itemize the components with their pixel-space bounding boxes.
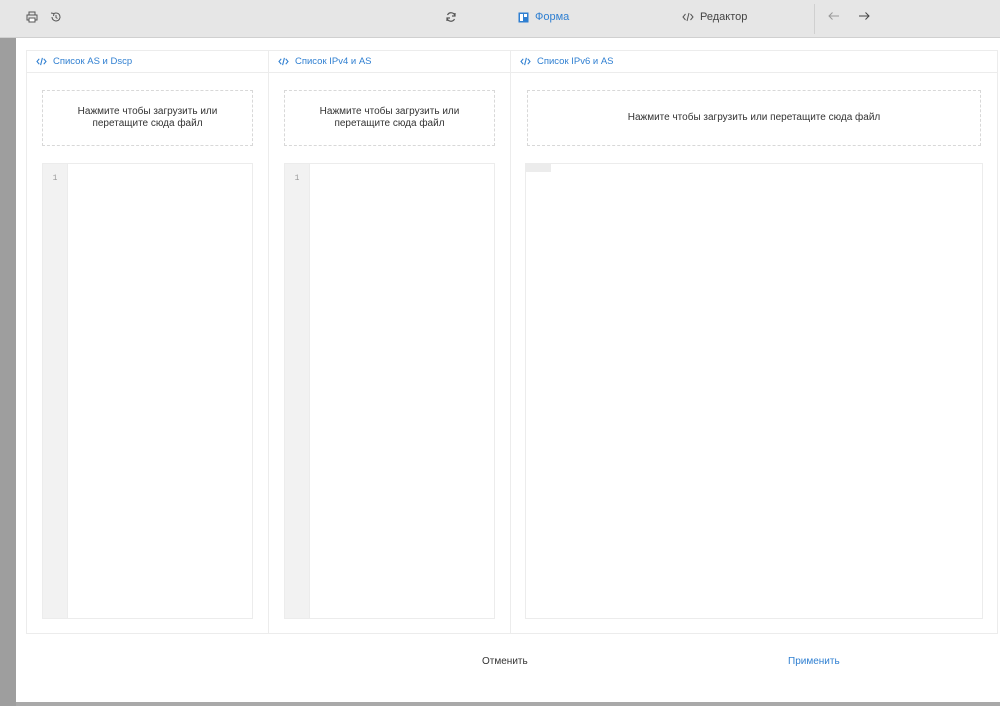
dropzone-text: Нажмите чтобы загрузить или перетащите с… [319, 105, 460, 130]
back-button[interactable] [828, 11, 840, 21]
code-icon [36, 57, 47, 66]
apply-button[interactable]: Применить [788, 656, 840, 667]
code-editor[interactable]: 1 [284, 163, 495, 619]
app-toolbar: Форма Редактор [0, 0, 1000, 38]
file-dropzone[interactable]: Нажмите чтобы загрузить или перетащите с… [284, 90, 495, 146]
line-number: 1 [52, 174, 58, 183]
cancel-button[interactable]: Отменить [482, 656, 528, 667]
dropzone-text: Нажмите чтобы загрузить или перетащите с… [627, 111, 881, 123]
panel-header: Список AS и Dscp [27, 51, 268, 73]
file-dropzone[interactable]: Нажмите чтобы загрузить или перетащите с… [527, 90, 981, 146]
arrow-right-icon [859, 12, 870, 20]
refresh-button[interactable] [445, 11, 457, 23]
panel-title: Список IPv6 и AS [537, 56, 614, 67]
panel-header: Список IPv6 и AS [511, 51, 997, 73]
form-icon [518, 12, 529, 22]
line-gutter [526, 164, 551, 618]
panel-title: Список AS и Dscp [53, 56, 133, 67]
tab-editor-label: Редактор [700, 11, 748, 23]
file-dropzone[interactable]: Нажмите чтобы загрузить или перетащите с… [42, 90, 253, 146]
line-number: 1 [294, 174, 300, 183]
code-icon [520, 57, 531, 66]
arrow-left-icon [828, 12, 839, 20]
backdrop-sidebar [0, 38, 16, 706]
print-icon [26, 11, 38, 23]
line-gutter: 1 [285, 164, 310, 618]
dropzone-text: Нажмите чтобы загрузить или перетащите с… [77, 105, 218, 130]
tab-editor[interactable]: Редактор [682, 11, 747, 23]
panel-ipv6-as: Список IPv6 и AS Нажмите чтобы загрузить… [511, 51, 997, 633]
print-button[interactable] [26, 11, 38, 23]
code-area[interactable] [68, 164, 252, 618]
history-button[interactable] [50, 11, 62, 23]
upload-dialog: Список AS и Dscp Нажмите чтобы загрузить… [16, 38, 1000, 702]
tab-form[interactable]: Форма [518, 11, 569, 23]
code-icon [278, 57, 289, 66]
refresh-icon [446, 12, 456, 22]
forward-button[interactable] [858, 11, 870, 21]
panel-header: Список IPv4 и AS [269, 51, 510, 73]
gutter-stub [526, 164, 551, 172]
toolbar-divider [814, 4, 815, 34]
code-editor[interactable]: 1 [42, 163, 253, 619]
line-gutter: 1 [43, 164, 68, 618]
code-icon [682, 12, 694, 22]
panel-ipv4-as: Список IPv4 и AS Нажмите чтобы загрузить… [269, 51, 511, 633]
code-area[interactable] [310, 164, 494, 618]
panel-as-dscp: Список AS и Dscp Нажмите чтобы загрузить… [27, 51, 269, 633]
code-area[interactable] [551, 164, 982, 618]
tab-form-label: Форма [535, 11, 570, 23]
history-icon [50, 12, 61, 22]
code-editor[interactable] [525, 163, 983, 619]
panel-title: Список IPv4 и AS [295, 56, 372, 67]
panels-container: Список AS и Dscp Нажмите чтобы загрузить… [26, 50, 998, 634]
